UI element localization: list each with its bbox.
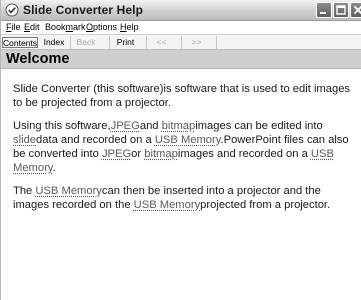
text-fragment: projected from a projector. (200, 199, 331, 211)
text-fragment: Using this software, (13, 120, 111, 132)
topic-header: Welcome (1, 50, 361, 69)
text-fragment: data and recorded on a (36, 134, 155, 146)
back-button[interactable]: Back (73, 37, 99, 48)
help-toolbar: Contents Index Back Print << >> (1, 35, 361, 50)
checkmark-help-icon (5, 3, 19, 17)
paragraph-projector: The USB Memorycan then be inserted into … (13, 184, 357, 212)
toolbar-divider (109, 36, 110, 49)
menu-options[interactable]: Options (86, 22, 117, 32)
next-topic-button[interactable]: >> (184, 37, 209, 48)
paragraph-usage: Using this software,JPEGand bitmapimages… (13, 119, 357, 175)
menu-file[interactable]: File (6, 22, 21, 32)
glossary-link-jpeg[interactable]: JPEG (111, 120, 140, 132)
maximize-button[interactable] (333, 2, 349, 18)
index-button[interactable]: Index (40, 37, 68, 48)
paragraph-intro: Slide Converter (this software)is softwa… (13, 83, 351, 109)
contents-button[interactable]: Contents (2, 37, 38, 48)
menu-edit[interactable]: Edit (24, 22, 40, 32)
glossary-link-slide[interactable]: slide (13, 134, 36, 146)
toolbar-divider (216, 36, 217, 49)
title-bar[interactable]: Slide Converter Help (1, 0, 361, 21)
menu-bar: File Edit Bookmark Options Help (1, 21, 361, 35)
text-fragment: images can be edited into (195, 120, 323, 132)
glossary-link-usb-memory[interactable]: USB Memory (155, 134, 221, 146)
minimize-button[interactable] (316, 2, 332, 18)
text-fragment: or (131, 148, 145, 160)
menu-bookmark[interactable]: Bookmark (45, 22, 86, 32)
toolbar-divider (70, 36, 71, 49)
glossary-link-bitmap[interactable]: bitmap (144, 148, 178, 160)
glossary-link-usb-memory[interactable]: USB Memory (134, 199, 201, 211)
text-fragment: . (52, 162, 56, 174)
toolbar-divider (181, 36, 182, 49)
page-title: Welcome (6, 51, 70, 67)
help-window: Slide Converter Help File Edit Bookmark … (0, 0, 361, 300)
menu-help[interactable]: Help (120, 22, 139, 32)
close-button[interactable] (350, 2, 361, 18)
window-title: Slide Converter Help (23, 3, 144, 17)
text-fragment: and (139, 120, 162, 132)
glossary-link-jpeg[interactable]: JPEG (102, 148, 131, 160)
text-fragment: The (13, 185, 36, 197)
glossary-link-usb-memory[interactable]: USB Memory (35, 185, 102, 197)
previous-topic-button[interactable]: << (149, 37, 174, 48)
toolbar-divider (146, 36, 147, 49)
text-fragment: images and recorded on a (177, 148, 311, 160)
print-button[interactable]: Print (112, 37, 139, 48)
topic-body: Slide Converter (this software)is softwa… (13, 82, 357, 221)
glossary-link-bitmap[interactable]: bitmap (162, 120, 196, 132)
